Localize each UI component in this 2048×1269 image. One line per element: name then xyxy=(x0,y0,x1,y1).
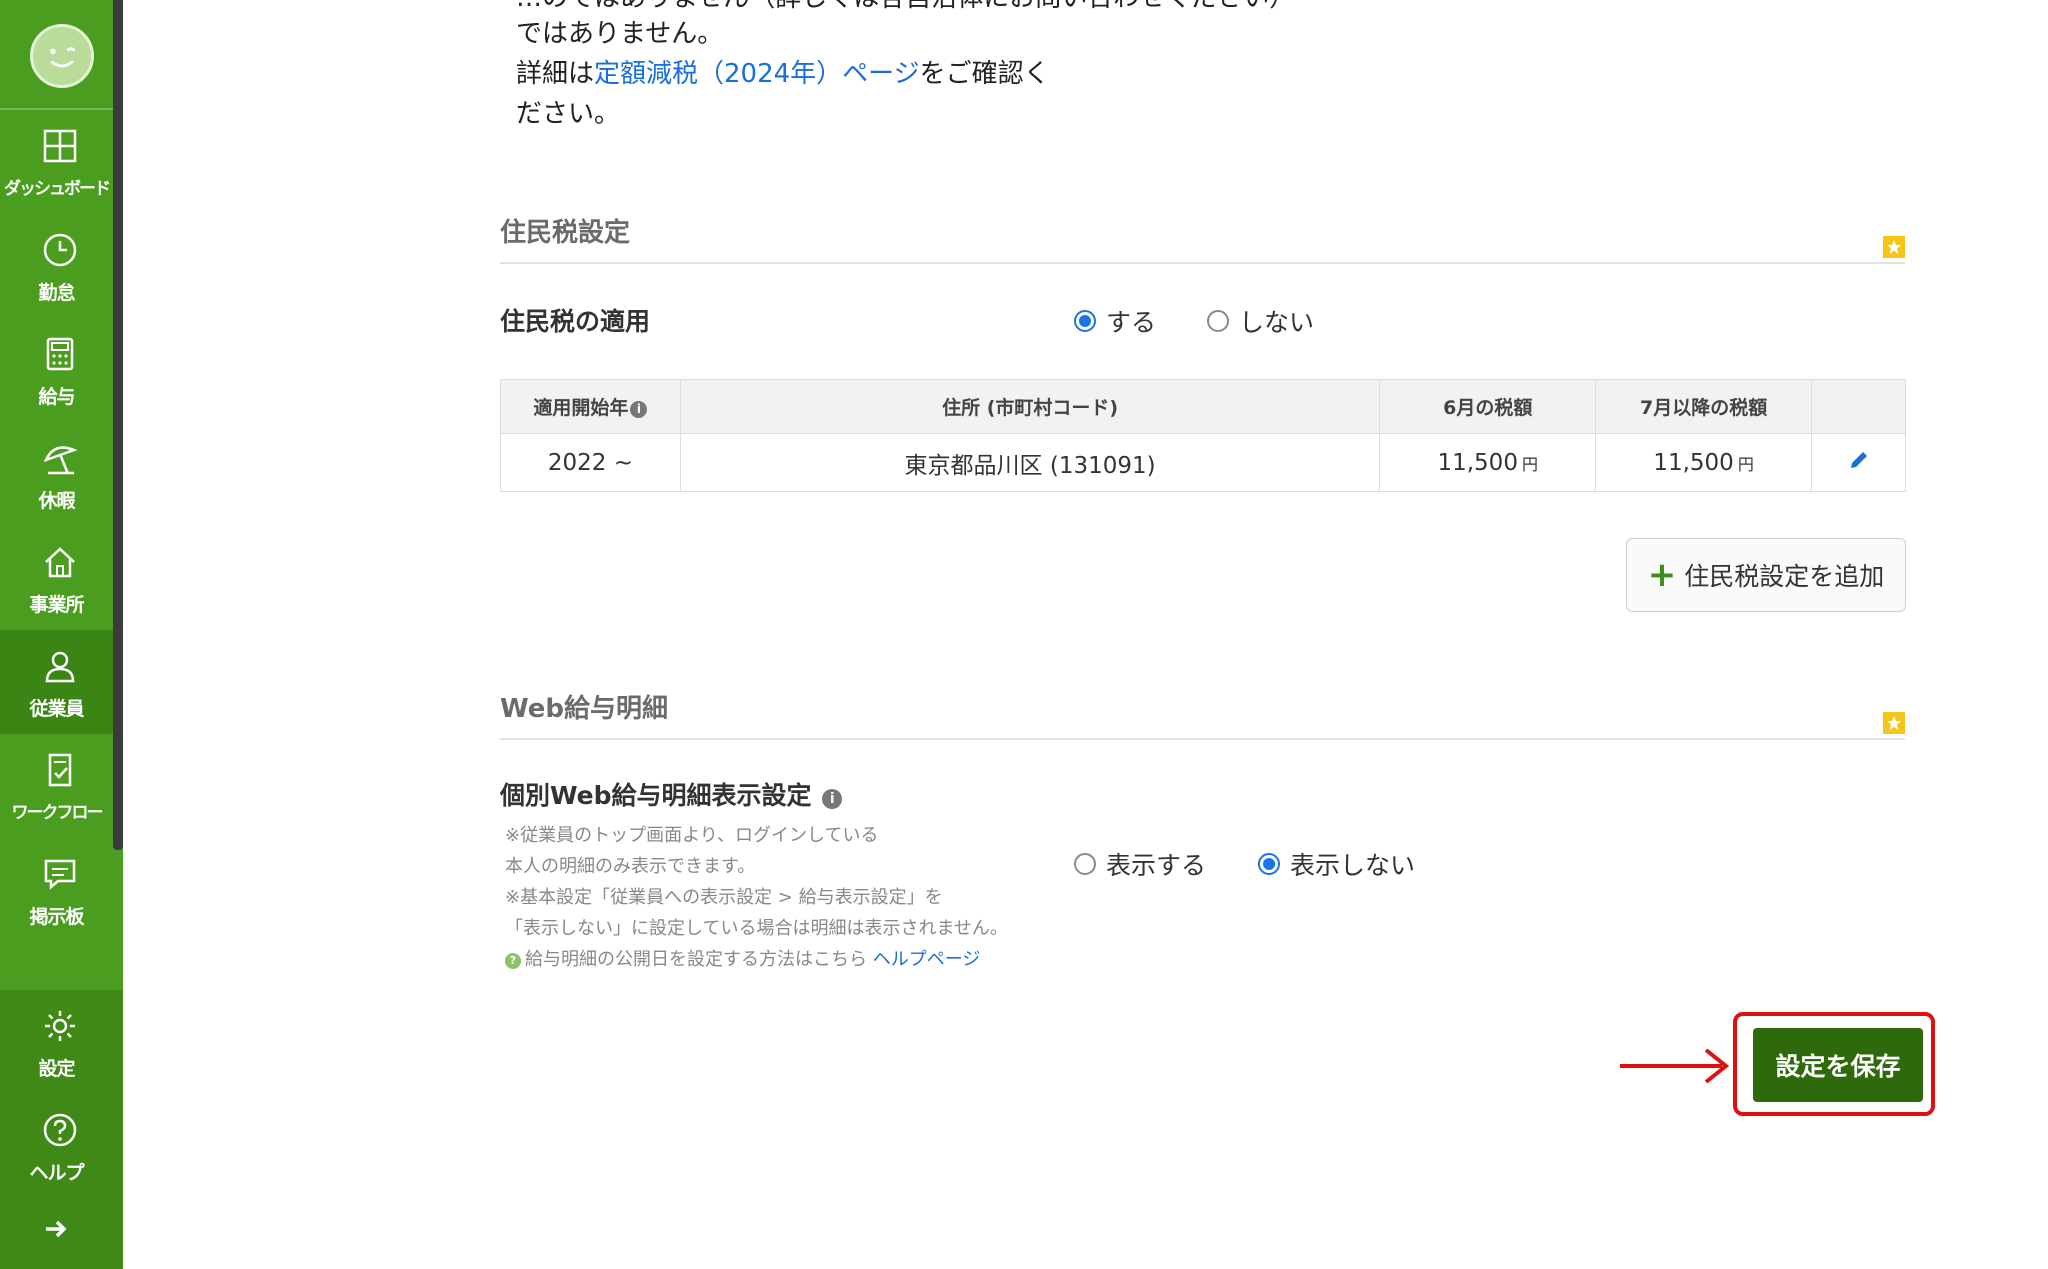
payslip-hide-radio[interactable]: 表示しない xyxy=(1258,846,1415,882)
column-header-july-tax: 7月以降の税額 xyxy=(1595,379,1813,434)
cell-edit xyxy=(1811,433,1906,492)
beach-umbrella-icon xyxy=(43,446,78,475)
intro-text: をご確認く xyxy=(919,59,1050,89)
home-icon xyxy=(45,547,75,578)
radio-unselected-icon xyxy=(1074,853,1096,875)
column-header-start-year: 適用開始年 i xyxy=(500,379,681,434)
info-icon[interactable]: i xyxy=(822,789,843,809)
web-payslip-setting-label: 個別Web給与明細表示設定 i xyxy=(500,776,843,812)
resident-tax-apply-label: 住民税の適用 xyxy=(500,307,651,336)
save-settings-button[interactable]: 設定を保存 xyxy=(1753,1028,1923,1102)
sidebar-item-label: ダッシュボード xyxy=(4,179,111,199)
pencil-icon[interactable] xyxy=(1847,448,1871,472)
calculator-icon xyxy=(46,337,74,371)
sidebar-item-board[interactable]: 掲示板 xyxy=(0,838,113,942)
intro-text-line: ではありません。 xyxy=(516,19,724,49)
arrow-right-icon[interactable] xyxy=(42,1215,70,1243)
sidebar-item-label: 従業員 xyxy=(29,698,84,720)
column-header-actions xyxy=(1811,379,1906,434)
person-icon xyxy=(45,651,75,683)
dashboard-icon xyxy=(43,129,77,163)
bookmark-star-icon[interactable] xyxy=(1883,236,1905,258)
column-header-address: 住所 (市町村コード) xyxy=(679,379,1381,434)
resident-tax-section-header: 住民税設定 xyxy=(500,204,1905,264)
help-line: ? 給与明細の公開日を設定する方法はこちら ヘルプページ xyxy=(505,944,1008,975)
cell-june-tax: 11,500 円 xyxy=(1379,433,1597,492)
resident-tax-apply-yes-radio[interactable]: する xyxy=(1074,303,1156,339)
section-title: 住民税設定 xyxy=(500,218,631,248)
radio-label: しない xyxy=(1239,308,1315,337)
sidebar-item-label: 掲示板 xyxy=(29,906,84,928)
sidebar-item-label: 給与 xyxy=(38,386,75,408)
resident-tax-apply-no-radio[interactable]: しない xyxy=(1207,303,1314,339)
resident-tax-table: 適用開始年 i 住所 (市町村コード) 6月の税額 7月以降の税額 2022 ~ … xyxy=(500,379,1906,492)
gear-icon xyxy=(45,1011,75,1041)
radio-label: 表示しない xyxy=(1290,851,1416,880)
help-question-icon: ? xyxy=(505,953,521,969)
clock-icon xyxy=(43,233,77,267)
sidebar-item-dashboard[interactable]: ダッシュボード xyxy=(0,110,113,214)
web-payslip-section-header: Web給与明細 xyxy=(500,680,1905,740)
web-payslip-notes: ※従業員のトップ画面より、ログインしている 本人の明細のみ表示できます。 ※基本… xyxy=(505,820,1008,975)
sidebar-item-settings[interactable]: 設定 xyxy=(0,990,113,1094)
note-line: 「表示しない」に設定している場合は明細は表示されません。 xyxy=(505,918,1008,939)
note-line: ※基本設定「従業員への表示設定 > 給与表示設定」を xyxy=(505,887,943,908)
cell-address: 東京都品川区 (131091) xyxy=(679,433,1381,492)
note-line: 本人の明細のみ表示できます。 xyxy=(505,856,756,877)
cell-july-tax: 11,500 円 xyxy=(1595,433,1813,492)
intro-text-line: 詳細は定額減税（2024年）ページをご確認く xyxy=(516,54,1050,94)
red-arrow-annotation-icon xyxy=(1620,1048,1730,1084)
sidebar-item-attendance[interactable]: 勤怠 xyxy=(0,214,113,318)
sidebar-item-leave[interactable]: 休暇 xyxy=(0,422,113,526)
sidebar-scrollbar[interactable] xyxy=(113,0,123,850)
radio-unselected-icon xyxy=(1207,310,1229,332)
sidebar-item-label: 事業所 xyxy=(29,594,84,616)
radio-label: する xyxy=(1106,308,1157,337)
button-label: 住民税設定を追加 xyxy=(1684,562,1885,591)
radio-selected-icon xyxy=(1258,853,1280,875)
sidebar-item-label: 休暇 xyxy=(38,490,75,512)
bookmark-star-icon[interactable] xyxy=(1883,712,1905,734)
payslip-show-radio[interactable]: 表示する xyxy=(1074,846,1206,882)
user-avatar[interactable] xyxy=(30,24,94,88)
sidebar-item-employees[interactable]: 従業員 xyxy=(0,630,113,734)
sidebar-item-help[interactable]: ヘルプ xyxy=(0,1094,113,1198)
sidebar-item-label: 勤怠 xyxy=(38,282,75,304)
sidebar-item-label: ヘルプ xyxy=(29,1162,84,1184)
sidebar-item-workflow[interactable]: ワークフロー xyxy=(0,734,113,838)
intro-text: 詳細は xyxy=(516,59,595,89)
smiley-icon xyxy=(50,47,76,68)
radio-selected-icon xyxy=(1074,310,1096,332)
sidebar-item-label: ワークフロー xyxy=(11,803,104,823)
sidebar-item-office[interactable]: 事業所 xyxy=(0,526,113,630)
sidebar-item-payroll[interactable]: 給与 xyxy=(0,318,113,422)
info-icon[interactable]: i xyxy=(630,401,648,418)
sidebar: ダッシュボード 勤怠 給与 休暇 事業所 従業員 ワークフロー 掲示板 設定 ヘ… xyxy=(0,0,123,1269)
radio-label: 表示する xyxy=(1106,851,1207,880)
table-row: 2022 ~ 東京都品川区 (131091) 11,500 円 11,500 円 xyxy=(500,433,1906,492)
help-page-link[interactable]: ヘルプページ xyxy=(873,949,981,970)
cell-start-year: 2022 ~ xyxy=(500,433,681,492)
section-title: Web給与明細 xyxy=(500,694,668,724)
table-header-row: 適用開始年 i 住所 (市町村コード) 6月の税額 7月以降の税額 xyxy=(500,379,1906,434)
intro-text-line: ださい。 xyxy=(516,99,621,129)
sidebar-item-label: 設定 xyxy=(38,1058,75,1080)
message-board-icon xyxy=(44,859,76,890)
plus-icon: + xyxy=(1647,555,1677,595)
column-header-june-tax: 6月の税額 xyxy=(1379,379,1597,434)
question-icon xyxy=(43,1113,77,1147)
fixed-tax-reduction-link[interactable]: 定額減税（2024年）ページ xyxy=(594,59,920,89)
checklist-icon xyxy=(48,753,72,787)
add-resident-tax-button[interactable]: + 住民税設定を追加 xyxy=(1626,538,1906,612)
note-line: ※従業員のトップ画面より、ログインしている xyxy=(505,825,879,846)
